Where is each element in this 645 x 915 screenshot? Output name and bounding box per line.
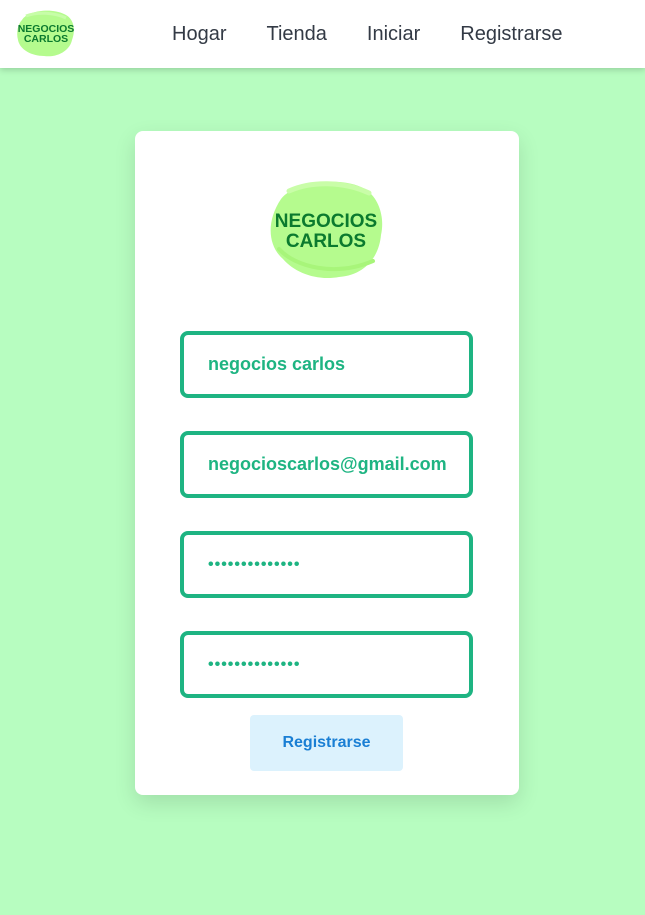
nav-link-tienda[interactable]: Tienda xyxy=(266,23,326,46)
brand-logo[interactable]: NEGOCIOS CARLOS xyxy=(14,6,78,60)
password-field[interactable] xyxy=(180,531,473,598)
navbar: NEGOCIOS CARLOS Hogar Tienda Iniciar Reg… xyxy=(0,0,645,68)
email-field[interactable] xyxy=(180,431,473,498)
nav-link-hogar[interactable]: Hogar xyxy=(172,23,226,46)
card-brand-logo: NEGOCIOS CARLOS xyxy=(270,181,383,279)
register-card: NEGOCIOS CARLOS Registrarse xyxy=(135,131,519,795)
confirm-password-field[interactable] xyxy=(180,631,473,698)
card-logo-line1: NEGOCIOS xyxy=(275,211,377,232)
nav-link-registrarse[interactable]: Registrarse xyxy=(460,23,562,46)
nav-menu: Hogar Tienda Iniciar Registrarse xyxy=(172,23,563,46)
nav-link-iniciar[interactable]: Iniciar xyxy=(367,23,420,46)
name-field[interactable] xyxy=(180,331,473,398)
register-button[interactable]: Registrarse xyxy=(250,715,403,771)
brand-logo-line2: CARLOS xyxy=(24,33,68,45)
card-logo-line2: CARLOS xyxy=(286,231,366,252)
